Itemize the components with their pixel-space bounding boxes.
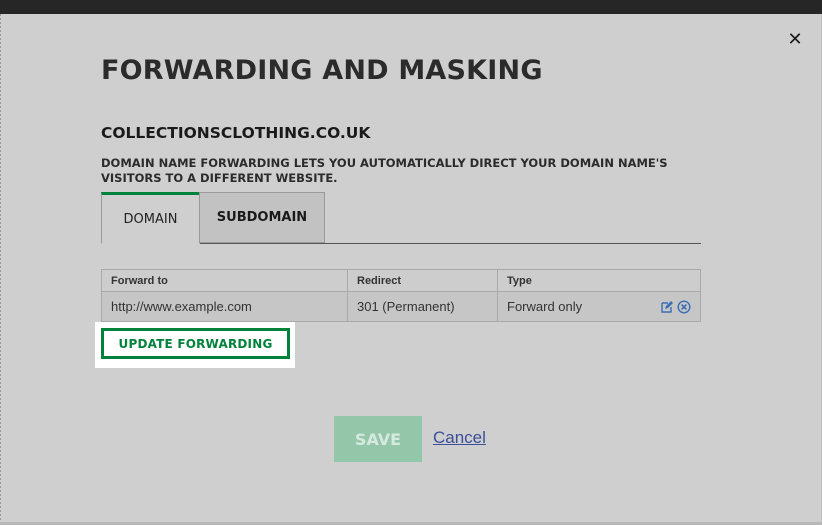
- tab-domain[interactable]: DOMAIN: [101, 192, 200, 244]
- top-bar: [0, 0, 822, 14]
- save-button[interactable]: SAVE: [334, 416, 422, 462]
- close-icon[interactable]: ✕: [786, 31, 804, 49]
- domain-name: COLLECTIONSCLOTHING.CO.UK: [101, 124, 371, 142]
- table-row: http://www.example.com 301 (Permanent) F…: [101, 291, 701, 322]
- update-forwarding-highlight: UPDATE FORWARDING: [95, 322, 295, 368]
- redirect-cell: 301 (Permanent): [347, 291, 498, 322]
- type-cell: Forward only: [507, 299, 583, 314]
- column-header-redirect: Redirect: [347, 269, 498, 292]
- edit-icon[interactable]: [660, 300, 674, 314]
- column-header-forward-to: Forward to: [101, 269, 348, 292]
- forward-to-cell: http://www.example.com: [101, 291, 348, 322]
- forwarding-table: Forward to Redirect Type http://www.exam…: [101, 269, 701, 322]
- tab-subdomain[interactable]: SUBDOMAIN: [199, 192, 325, 243]
- type-cell-container: Forward only: [497, 291, 701, 322]
- table-header-row: Forward to Redirect Type: [101, 269, 701, 292]
- forwarding-description: DOMAIN NAME FORWARDING LETS YOU AUTOMATI…: [101, 156, 668, 185]
- dialog-edge-left: [0, 14, 1, 525]
- column-header-type: Type: [497, 269, 701, 292]
- forwarding-tabs: DOMAIN SUBDOMAIN: [101, 192, 701, 244]
- remove-icon[interactable]: [677, 300, 691, 314]
- update-forwarding-button[interactable]: UPDATE FORWARDING: [101, 328, 290, 359]
- row-actions: [660, 300, 691, 314]
- cancel-link[interactable]: Cancel: [433, 428, 486, 448]
- dialog-title: FORWARDING AND MASKING: [101, 55, 543, 86]
